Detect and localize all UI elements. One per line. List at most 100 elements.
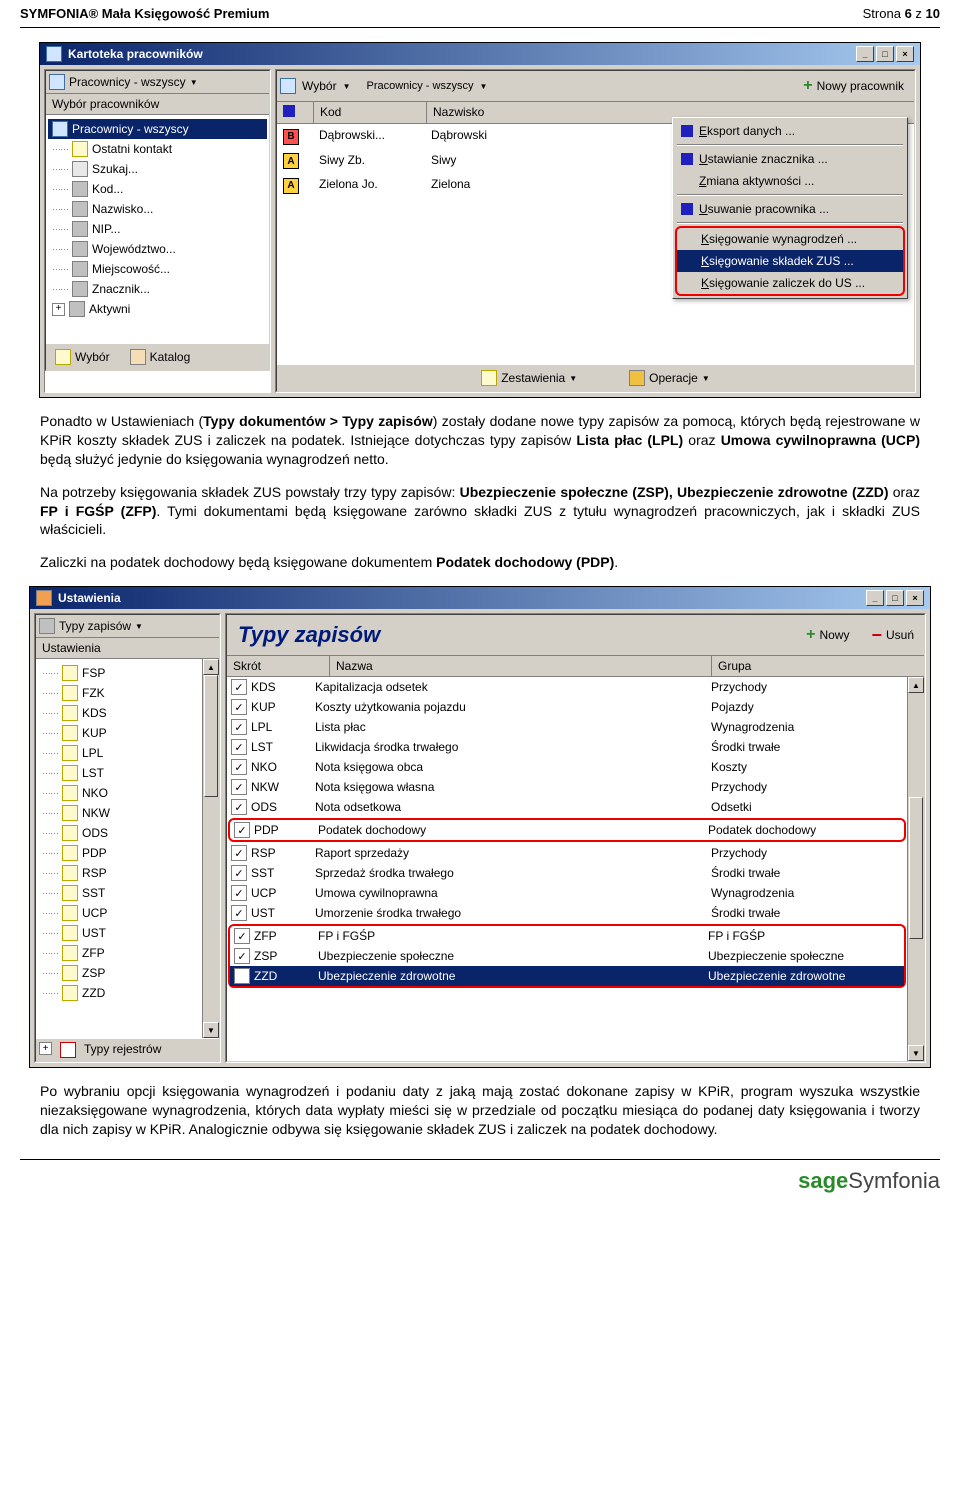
type-row[interactable]: ✓ZSPUbezpieczenie społeczneUbezpieczenie… xyxy=(230,946,904,966)
tree-view[interactable]: Pracownicy - wszyscy⋯⋯Ostatni kontakt⋯⋯S… xyxy=(46,115,269,343)
scroll-down-button[interactable]: ▼ xyxy=(203,1022,219,1038)
menu-item[interactable]: Księgowanie zaliczek do US ... xyxy=(677,272,903,294)
scroll-down-button[interactable]: ▼ xyxy=(908,1045,924,1061)
type-row[interactable]: ✓UCPUmowa cywilnoprawnaWynagrodzenia xyxy=(227,883,907,903)
scroll-thumb[interactable] xyxy=(909,797,923,939)
tree-item[interactable]: ⋯⋯FSP xyxy=(38,663,200,683)
checkbox[interactable]: ✓ xyxy=(234,928,250,944)
tab-wybor[interactable]: Wybór xyxy=(49,347,116,367)
nowy-button[interactable]: +Nowy xyxy=(799,622,856,649)
type-row[interactable]: ✓LPLLista płacWynagrodzenia xyxy=(227,717,907,737)
type-row[interactable]: ✓ZZDUbezpieczenie zdrowotneUbezpieczenie… xyxy=(230,966,904,986)
scroll-up-button[interactable]: ▲ xyxy=(908,677,924,693)
checkbox[interactable]: ✓ xyxy=(231,865,247,881)
type-row[interactable]: ✓KDSKapitalizacja odsetekPrzychody xyxy=(227,677,907,697)
scrollbar[interactable]: ▲ ▼ xyxy=(907,677,924,1061)
checkbox[interactable]: ✓ xyxy=(234,968,250,984)
tree-item[interactable]: ⋯⋯NKO xyxy=(38,783,200,803)
tree-item[interactable]: ⋯⋯UST xyxy=(38,923,200,943)
type-row[interactable]: ✓LSTLikwidacja środka trwałegoŚrodki trw… xyxy=(227,737,907,757)
nowy-pracownik-button[interactable]: +Nowy pracownik xyxy=(796,74,911,98)
type-row[interactable]: ✓ODSNota odsetkowaOdsetki xyxy=(227,797,907,817)
tree-item[interactable]: ⋯⋯Znacznik... xyxy=(48,279,267,299)
type-row[interactable]: ✓SSTSprzedaż środka trwałegoŚrodki trwał… xyxy=(227,863,907,883)
tree-item[interactable]: ⋯⋯Województwo... xyxy=(48,239,267,259)
maximize-button[interactable]: □ xyxy=(876,46,894,62)
tree-item[interactable]: ⋯⋯KUP xyxy=(38,723,200,743)
tree-item[interactable]: ⋯⋯NIP... xyxy=(48,219,267,239)
col-nazwa[interactable]: Nazwa xyxy=(330,656,712,676)
tree-item[interactable]: ⋯⋯LPL xyxy=(38,743,200,763)
checkbox[interactable]: ✓ xyxy=(231,845,247,861)
checkbox[interactable]: ✓ xyxy=(234,948,250,964)
tree-item[interactable]: ⋯⋯ODS xyxy=(38,823,200,843)
type-row[interactable]: ✓RSPRaport sprzedażyPrzychody xyxy=(227,843,907,863)
checkbox[interactable]: ✓ xyxy=(231,739,247,755)
minimize-button[interactable]: _ xyxy=(856,46,874,62)
expand-button[interactable]: + xyxy=(39,1042,52,1055)
usun-button[interactable]: −Usuń xyxy=(864,622,921,649)
type-row[interactable]: ✓USTUmorzenie środka trwałegoŚrodki trwa… xyxy=(227,903,907,923)
tree-item[interactable]: ⋯⋯Kod... xyxy=(48,179,267,199)
left-toolbar-label[interactable]: Typy zapisów xyxy=(59,619,131,633)
checkbox[interactable]: ✓ xyxy=(231,885,247,901)
menu-item[interactable]: Eksport danych ... xyxy=(675,120,905,142)
checkbox[interactable]: ✓ xyxy=(234,822,250,838)
wybor-button[interactable]: Wybór xyxy=(302,79,337,93)
tree-item[interactable]: ⋯⋯PDP xyxy=(38,843,200,863)
tree-item[interactable]: Pracownicy - wszyscy xyxy=(48,119,267,139)
tree-item[interactable]: ⋯⋯Miejscowość... xyxy=(48,259,267,279)
tree-item[interactable]: ⋯⋯NKW xyxy=(38,803,200,823)
checkbox[interactable]: ✓ xyxy=(231,905,247,921)
col-marker[interactable] xyxy=(277,102,314,123)
dropdown-arrow-icon[interactable]: ▼ xyxy=(135,622,143,631)
filter-label[interactable]: Pracownicy - wszyscy xyxy=(367,80,474,92)
tree-item[interactable]: +Aktywni xyxy=(48,299,267,319)
checkbox[interactable]: ✓ xyxy=(231,759,247,775)
menu-item[interactable]: Zmiana aktywności ... xyxy=(675,170,905,192)
minimize-button[interactable]: _ xyxy=(866,590,884,606)
tree-item[interactable]: ⋯⋯SST xyxy=(38,883,200,903)
scroll-up-button[interactable]: ▲ xyxy=(203,659,219,675)
close-button[interactable]: × xyxy=(906,590,924,606)
type-row[interactable]: ✓KUPKoszty użytkowania pojazduPojazdy xyxy=(227,697,907,717)
tree-view[interactable]: ⋯⋯FSP⋯⋯FZK⋯⋯KDS⋯⋯KUP⋯⋯LPL⋯⋯LST⋯⋯NKO⋯⋯NKW… xyxy=(36,659,202,1038)
col-grupa[interactable]: Grupa xyxy=(712,656,924,676)
tree-item[interactable]: ⋯⋯UCP xyxy=(38,903,200,923)
checkbox[interactable]: ✓ xyxy=(231,699,247,715)
tree-item[interactable]: ⋯⋯ZSP xyxy=(38,963,200,983)
menu-item[interactable]: Księgowanie wynagrodzeń ... xyxy=(677,228,903,250)
type-row[interactable]: ✓NKONota księgowa obcaKoszty xyxy=(227,757,907,777)
typy-rejestrow-label[interactable]: Typy rejestrów xyxy=(84,1042,161,1058)
left-toolbar-label[interactable]: Pracownicy - wszyscy xyxy=(69,75,186,89)
types-list[interactable]: ✓KDSKapitalizacja odsetekPrzychody✓KUPKo… xyxy=(227,677,907,1061)
col-skrot[interactable]: Skrót xyxy=(227,656,330,676)
checkbox[interactable]: ✓ xyxy=(231,779,247,795)
menu-item[interactable]: Ustawianie znacznika ... xyxy=(675,148,905,170)
dropdown-arrow-icon[interactable]: ▼ xyxy=(343,82,351,91)
tree-item[interactable]: ⋯⋯Nazwisko... xyxy=(48,199,267,219)
tab-zestawienia[interactable]: Zestawienia▼ xyxy=(475,368,583,388)
dropdown-arrow-icon[interactable]: ▼ xyxy=(479,82,487,91)
tree-item[interactable]: ⋯⋯RSP xyxy=(38,863,200,883)
tab-katalog[interactable]: Katalog xyxy=(124,347,197,367)
tree-item[interactable]: ⋯⋯KDS xyxy=(38,703,200,723)
checkbox[interactable]: ✓ xyxy=(231,719,247,735)
expand-icon[interactable]: + xyxy=(52,303,65,316)
maximize-button[interactable]: □ xyxy=(886,590,904,606)
tab-operacje[interactable]: Operacje▼ xyxy=(623,368,716,388)
menu-item[interactable]: Księgowanie składek ZUS ... xyxy=(677,250,903,272)
tree-item[interactable]: ⋯⋯ZZD xyxy=(38,983,200,1003)
tree-item[interactable]: ⋯⋯FZK xyxy=(38,683,200,703)
type-row[interactable]: ✓PDPPodatek dochodowyPodatek dochodowy xyxy=(230,820,904,840)
checkbox[interactable]: ✓ xyxy=(231,679,247,695)
close-button[interactable]: × xyxy=(896,46,914,62)
dropdown-arrow-icon[interactable]: ▼ xyxy=(190,78,198,87)
type-row[interactable]: ✓NKWNota księgowa własnaPrzychody xyxy=(227,777,907,797)
tree-item[interactable]: ⋯⋯LST xyxy=(38,763,200,783)
type-row[interactable]: ✓ZFPFP i FGŚPFP i FGŚP xyxy=(230,926,904,946)
tree-item[interactable]: ⋯⋯Ostatni kontakt xyxy=(48,139,267,159)
scrollbar[interactable]: ▲ ▼ xyxy=(202,659,219,1038)
checkbox[interactable]: ✓ xyxy=(231,799,247,815)
tree-item[interactable]: ⋯⋯Szukaj... xyxy=(48,159,267,179)
